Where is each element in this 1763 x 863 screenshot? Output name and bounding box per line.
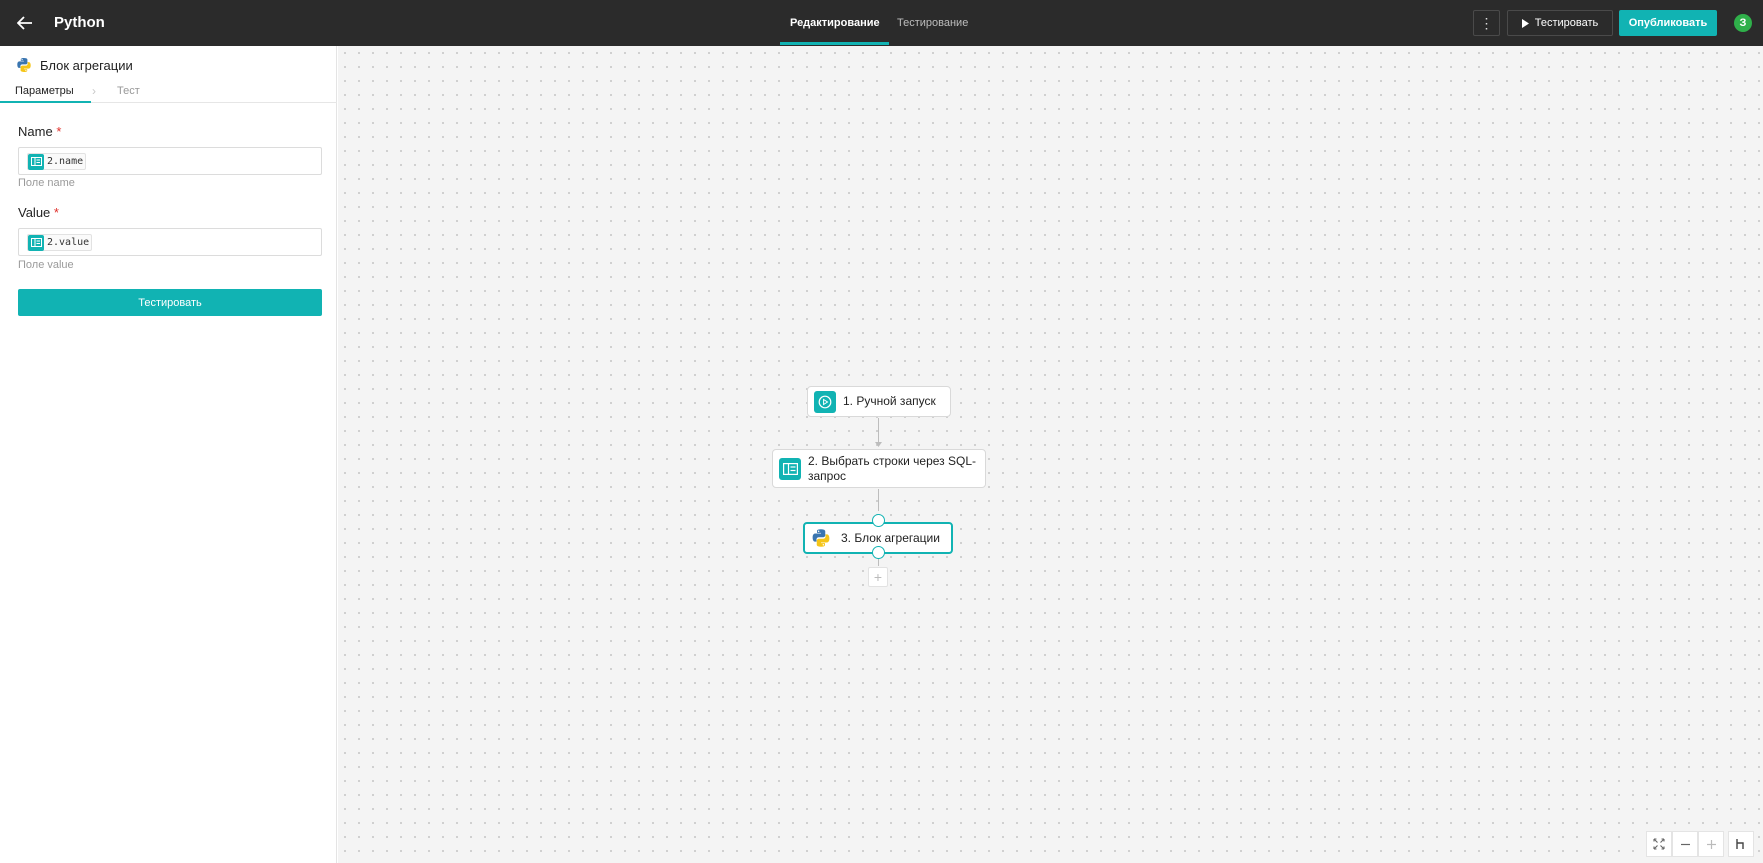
output-port[interactable] — [872, 546, 885, 559]
publish-button[interactable]: Опубликовать — [1619, 10, 1717, 36]
test-button[interactable]: Тестировать — [1507, 10, 1613, 36]
more-vertical-icon: ⋮ — [1479, 14, 1494, 31]
add-node-button[interactable]: + — [868, 567, 888, 587]
avatar[interactable]: З — [1734, 14, 1752, 32]
node-label: 3. Блок агрегации — [841, 530, 940, 545]
tab-testing[interactable]: Тестирование — [897, 17, 968, 29]
active-tab-indicator — [780, 42, 889, 45]
name-field-hint: Поле name — [18, 177, 75, 189]
input-port[interactable] — [872, 514, 885, 527]
panel-tabs: Параметры › Тест — [0, 82, 337, 103]
fit-view-icon — [1653, 838, 1665, 850]
python-icon — [17, 58, 31, 72]
tab-editing[interactable]: Редактирование — [790, 17, 880, 29]
run-test-button[interactable]: Тестировать — [18, 289, 322, 316]
zoom-in-icon — [1706, 839, 1716, 849]
value-label-text: Value — [18, 205, 51, 220]
name-field-label: Name * — [18, 124, 61, 139]
variable-chip[interactable]: 2.value — [27, 234, 93, 251]
plus-icon: + — [873, 569, 883, 585]
variable-chip[interactable]: 2.name — [27, 153, 87, 170]
arrow-down-icon — [875, 442, 882, 447]
workflow-node-manual-start[interactable]: 1. Ручной запуск — [807, 386, 951, 417]
table-icon — [779, 457, 801, 480]
name-field[interactable]: 2.name — [18, 147, 322, 175]
value-field-hint: Поле value — [18, 259, 74, 271]
arrow-left-icon — [17, 16, 32, 30]
value-field-label: Value * — [18, 205, 59, 220]
variable-chip-text: 2.value — [47, 237, 90, 248]
workflow-canvas[interactable]: 1. Ручной запуск 2. Выбрать строки через… — [338, 46, 1763, 863]
required-mark: * — [53, 205, 59, 220]
panel-header: Блок агрегации — [16, 55, 133, 75]
tab-test[interactable]: Тест — [117, 85, 140, 97]
top-bar: Python Редактирование Тестирование ⋮ Тес… — [0, 0, 1763, 46]
zoom-out-icon — [1680, 843, 1690, 845]
tab-parameters[interactable]: Параметры — [15, 85, 74, 97]
more-options-button[interactable]: ⋮ — [1473, 10, 1500, 36]
name-label-text: Name — [18, 124, 53, 139]
table-icon — [28, 234, 44, 251]
zoom-out-button[interactable] — [1672, 831, 1698, 857]
panel-title: Блок агрегации — [40, 57, 133, 73]
active-tab-indicator — [0, 101, 91, 103]
node-label: 2. Выбрать строки через SQL-запрос — [808, 453, 976, 483]
test-button-label: Тестировать — [1534, 17, 1599, 29]
workflow-node-sql-select[interactable]: 2. Выбрать строки через SQL-запрос — [772, 449, 986, 488]
auto-layout-button[interactable] — [1728, 831, 1754, 857]
table-icon — [28, 153, 44, 170]
block-settings-panel: Блок агрегации Параметры › Тест Name * 2… — [0, 46, 337, 863]
node-label: 1. Ручной запуск — [843, 394, 936, 408]
chevron-right-icon: › — [92, 84, 96, 98]
back-button[interactable] — [12, 11, 38, 35]
zoom-in-button[interactable] — [1698, 831, 1724, 857]
value-field[interactable]: 2.value — [18, 228, 322, 256]
layout-icon — [1736, 839, 1744, 849]
python-icon — [812, 529, 830, 547]
play-icon — [1521, 18, 1529, 28]
app-title: Python — [54, 14, 105, 31]
fit-view-button[interactable] — [1646, 831, 1672, 857]
required-mark: * — [56, 124, 62, 139]
edge-2-3 — [878, 489, 879, 511]
play-circle-icon — [814, 390, 836, 413]
variable-chip-text: 2.name — [47, 156, 84, 167]
